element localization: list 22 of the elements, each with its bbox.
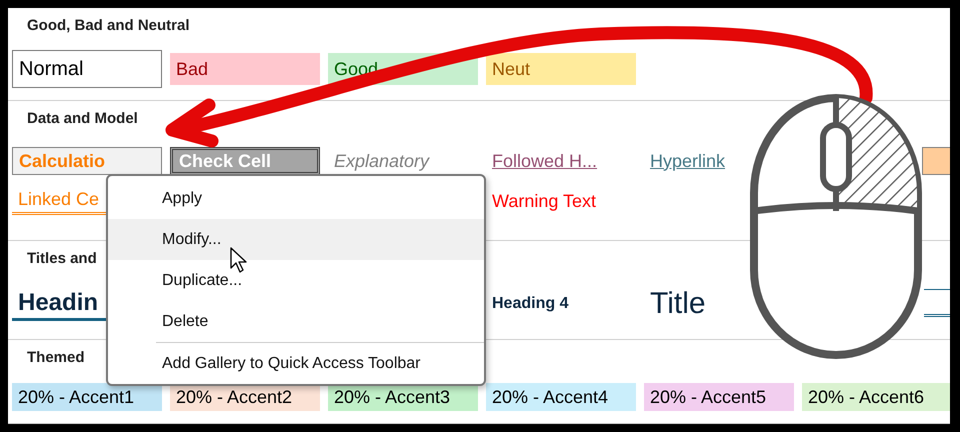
style-tile[interactable]: Hyperlink: [644, 147, 730, 175]
style-tile[interactable]: Normal: [12, 50, 162, 88]
style-tile[interactable]: Neut: [486, 53, 636, 85]
style-tile[interactable]: Explanatory: [328, 147, 434, 175]
style-tile[interactable]: 20% - Accent4: [486, 383, 636, 411]
section-title: Titles and: [26, 249, 97, 269]
style-tile[interactable]: Bad: [170, 53, 320, 85]
section-title: Themed: [26, 348, 85, 368]
menu-item[interactable]: Add Gallery to Quick Access Toolbar: [108, 343, 484, 384]
style-tile[interactable]: [922, 147, 950, 175]
style-tile[interactable]: Heading 4: [486, 287, 636, 321]
section-title: Data and Model: [26, 109, 138, 129]
menu-item[interactable]: Modify...: [108, 219, 484, 260]
style-tile[interactable]: 20% - Accent5: [644, 383, 794, 411]
cursor-icon: [230, 247, 247, 273]
style-tile[interactable]: [924, 289, 950, 317]
style-tile[interactable]: Followed H...: [486, 147, 602, 175]
style-tile[interactable]: 20% - Accent6: [802, 383, 950, 411]
style-tile[interactable]: Warning Text: [486, 187, 636, 215]
style-tile[interactable]: Title: [644, 287, 712, 321]
style-tile[interactable]: 20% - Accent1: [12, 383, 162, 411]
section-title: Good, Bad and Neutral: [26, 16, 190, 36]
